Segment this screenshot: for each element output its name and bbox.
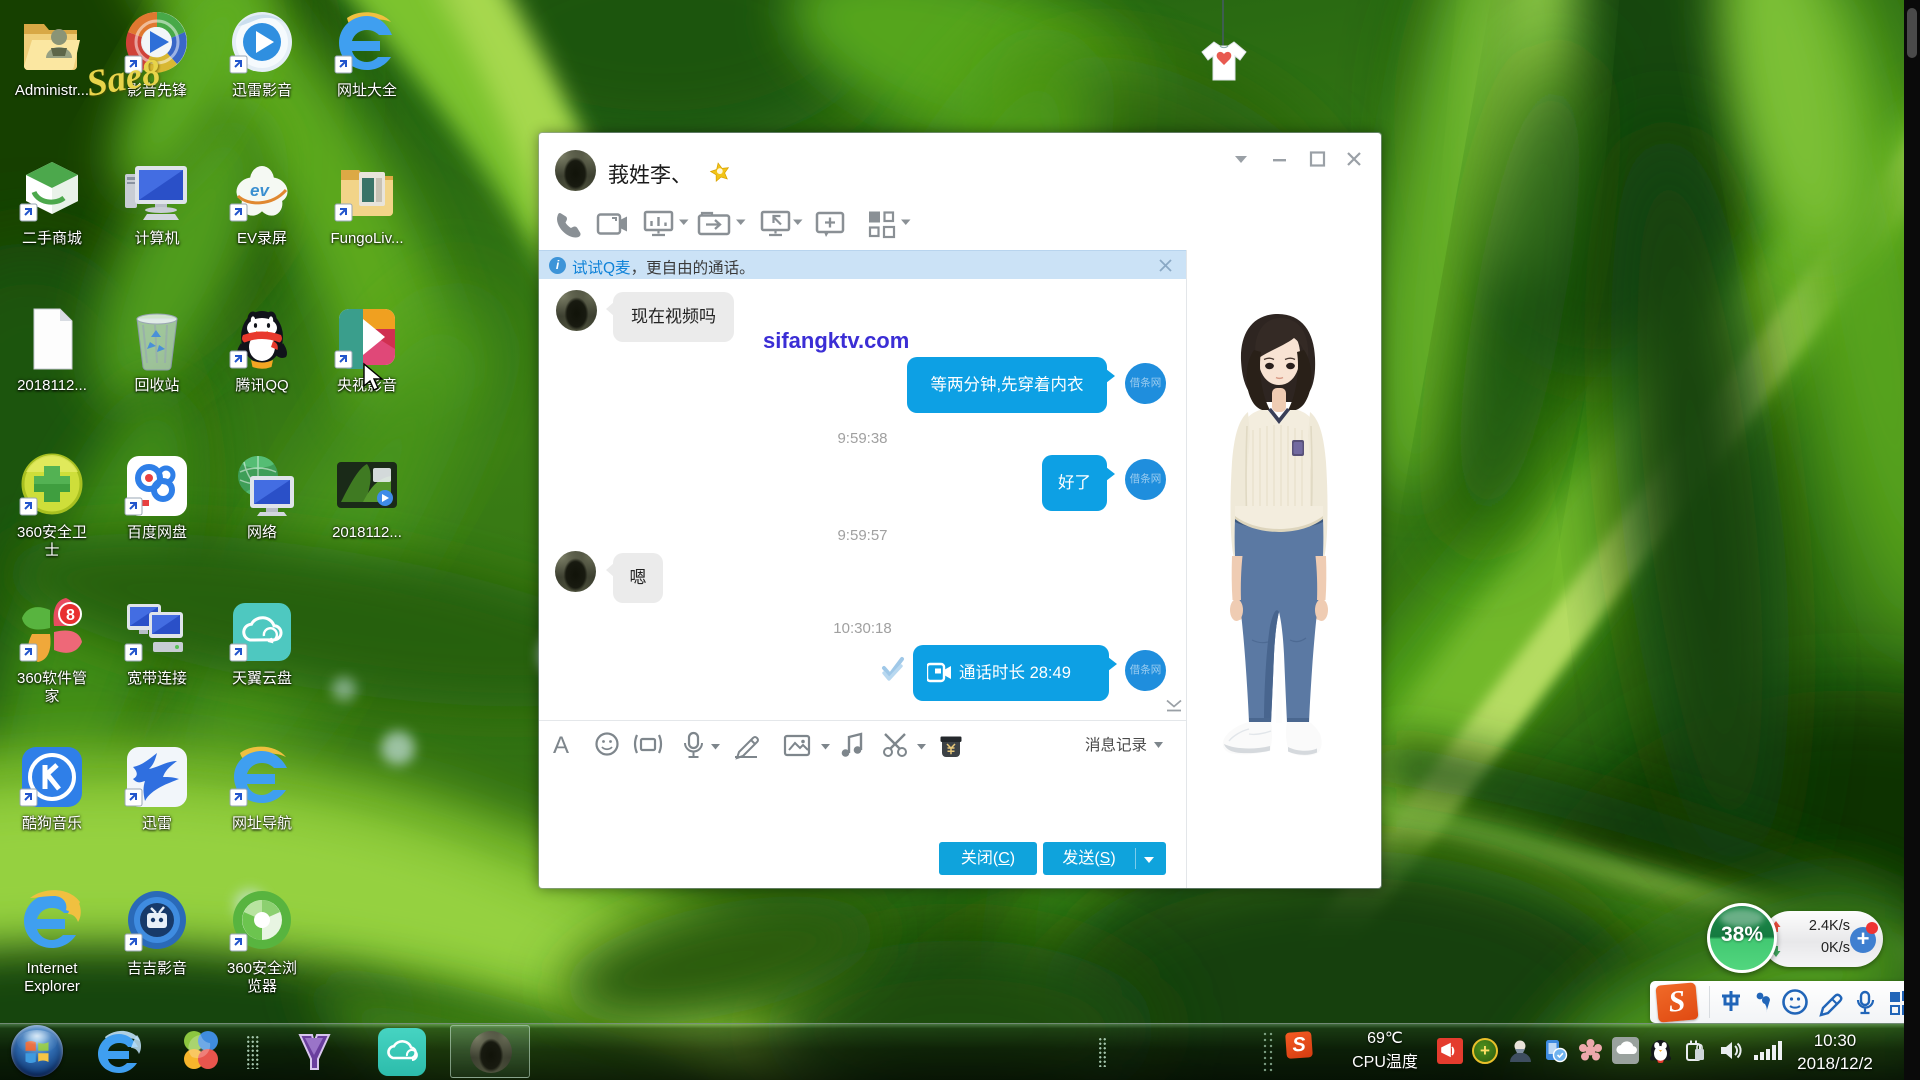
- svg-text:ev: ev: [250, 181, 270, 200]
- svg-text:8: 8: [66, 607, 75, 624]
- svg-text:A: A: [553, 732, 569, 759]
